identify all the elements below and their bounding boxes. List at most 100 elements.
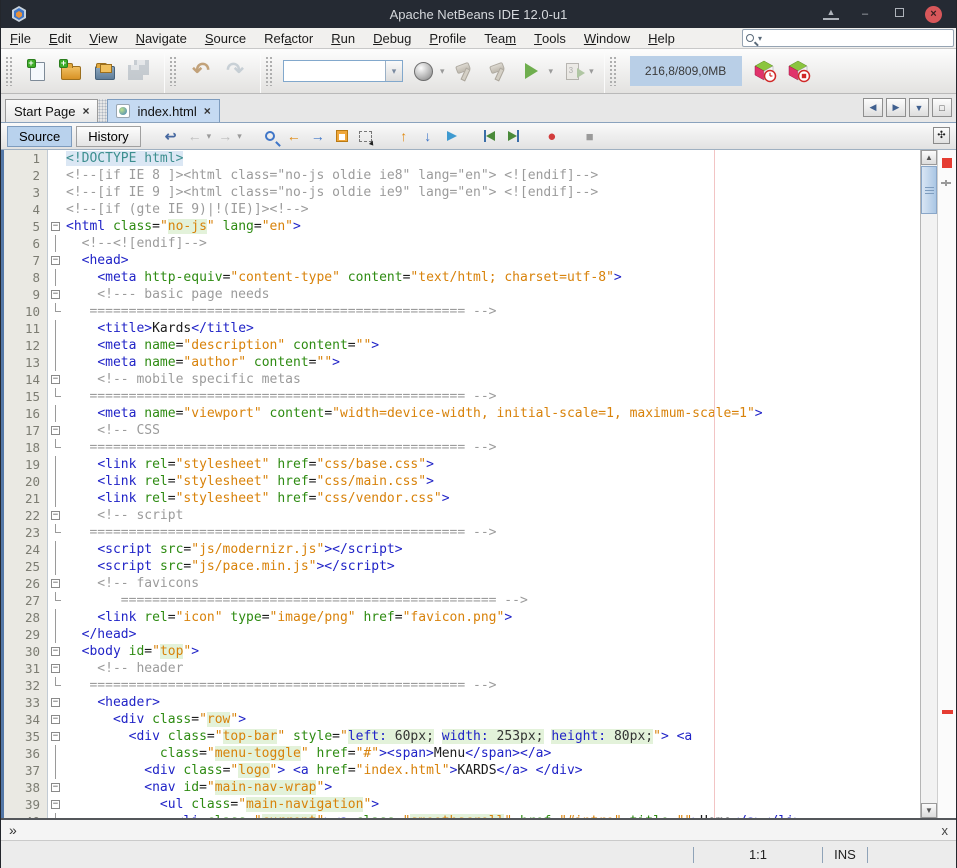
menu-item-tools[interactable]: Tools [525,28,575,48]
fold-gutter-cell[interactable] [48,524,64,541]
line-number[interactable]: 18 [4,439,48,456]
fold-gutter-cell[interactable]: − [48,252,64,269]
code-line[interactable]: 28 <link rel="icon" type="image/png" hre… [4,609,920,626]
line-number[interactable]: 27 [4,592,48,609]
code-line[interactable]: 19 <link rel="stylesheet" href="css/base… [4,456,920,473]
menu-item-view[interactable]: View [80,28,126,48]
error-stripe[interactable] [937,150,956,818]
fold-collapse-icon[interactable]: − [51,800,60,809]
back-icon[interactable]: ← [183,126,207,147]
code-line[interactable]: 16 <meta name="viewport" content="width=… [4,405,920,422]
fold-gutter-cell[interactable]: − [48,507,64,524]
scroll-tabs-right-button[interactable]: ▶ [886,98,906,117]
combo-caret-icon[interactable]: ▾ [385,61,402,81]
line-number[interactable]: 3 [4,184,48,201]
fold-collapse-icon[interactable]: − [51,647,60,656]
code-line[interactable]: 6 <!--<![endif]--> [4,235,920,252]
code-line[interactable]: 34− <div class="row"> [4,711,920,728]
code-line[interactable]: 21 <link rel="stylesheet" href="css/vend… [4,490,920,507]
line-number[interactable]: 31 [4,660,48,677]
code-line[interactable]: 39− <ul class="main-navigation"> [4,796,920,813]
fold-gutter-cell[interactable] [48,439,64,456]
line-number[interactable]: 7 [4,252,48,269]
code-line[interactable]: 32 =====================================… [4,677,920,694]
line-number[interactable]: 9 [4,286,48,303]
maximize-window-button[interactable]: □ [932,98,952,117]
editor-area[interactable]: 1<!DOCTYPE html>2<!--[if IE 8 ]><html cl… [1,150,956,818]
menu-item-profile[interactable]: Profile [420,28,475,48]
close-button[interactable]: × [925,6,942,23]
line-number[interactable]: 21 [4,490,48,507]
code-line[interactable]: 23 =====================================… [4,524,920,541]
code-line[interactable]: 3<!--[if IE 9 ]><html class="no-js oldie… [4,184,920,201]
code-line[interactable]: 22− <!-- script [4,507,920,524]
save-all-button[interactable] [124,56,154,86]
code-line[interactable]: 14− <!-- mobile specific metas [4,371,920,388]
fold-collapse-icon[interactable]: − [51,783,60,792]
code-line[interactable]: 37 <div class="logo"> <a href="index.htm… [4,762,920,779]
scroll-tabs-left-button[interactable]: ◀ [863,98,883,117]
line-number[interactable]: 28 [4,609,48,626]
split-editor-icon[interactable]: ✣ [933,127,950,144]
memory-meter[interactable]: 216,8/809,0MB [630,56,742,86]
panel-close-icon[interactable]: x [942,823,949,838]
debug-project-button[interactable] [557,56,587,86]
line-number[interactable]: 10 [4,303,48,320]
fold-gutter-cell[interactable] [48,558,64,575]
code-line[interactable]: 13 <meta name="author" content=""> [4,354,920,371]
line-number[interactable]: 22 [4,507,48,524]
line-number[interactable]: 19 [4,456,48,473]
code-line[interactable]: 8 <meta http-equiv="content-type" conten… [4,269,920,286]
minimize-button[interactable]: – [857,8,873,20]
fold-gutter-cell[interactable] [48,320,64,337]
scroll-down-button[interactable]: ▼ [921,803,937,818]
start-macro-recording-icon[interactable]: ● [540,126,564,147]
fold-gutter-cell[interactable] [48,813,64,818]
fold-gutter-cell[interactable] [48,541,64,558]
code-viewport[interactable]: 1<!DOCTYPE html>2<!--[if IE 8 ]><html cl… [4,150,920,818]
new-project-button[interactable]: + [56,56,86,86]
line-number[interactable]: 40 [4,813,48,818]
code-line[interactable]: 36 class="menu-toggle" href="#"><span>Me… [4,745,920,762]
fold-collapse-icon[interactable]: − [51,698,60,707]
code-line[interactable]: 24 <script src="js/modernizr.js"></scrip… [4,541,920,558]
line-number[interactable]: 20 [4,473,48,490]
fold-gutter-cell[interactable] [48,184,64,201]
code-line[interactable]: 4<!--[if (gte IE 9)|!(IE)]><!--> [4,201,920,218]
fold-gutter-cell[interactable] [48,405,64,422]
shift-right-icon[interactable] [502,126,526,147]
run-in-browser-button[interactable] [408,56,438,86]
menu-item-debug[interactable]: Debug [364,28,420,48]
debug-caret-icon[interactable]: ▾ [589,66,594,77]
code-line[interactable]: 27 =====================================… [4,592,920,609]
fold-collapse-icon[interactable]: − [51,375,60,384]
toolbar-drag-handle[interactable] [169,56,176,86]
line-number[interactable]: 26 [4,575,48,592]
run-caret-icon[interactable]: ▾ [549,66,554,77]
build-project-button[interactable] [449,56,479,86]
fold-collapse-icon[interactable]: − [51,222,60,231]
code-line[interactable]: 38− <nav id="main-nav-wrap"> [4,779,920,796]
menu-item-navigate[interactable]: Navigate [127,28,196,48]
menu-item-source[interactable]: Source [196,28,255,48]
stop-macro-recording-icon[interactable]: ■ [578,126,602,147]
code-line[interactable]: 15 =====================================… [4,388,920,405]
tab-list-button[interactable]: ▼ [909,98,929,117]
history-view-button[interactable]: History [76,126,140,147]
fold-gutter-cell[interactable]: − [48,371,64,388]
fold-gutter-cell[interactable]: − [48,660,64,677]
fold-gutter-cell[interactable]: − [48,711,64,728]
rectangular-selection-icon[interactable] [354,126,378,147]
fold-gutter-cell[interactable] [48,167,64,184]
menu-item-run[interactable]: Run [322,28,364,48]
line-number[interactable]: 35 [4,728,48,745]
toolbar-drag-handle[interactable] [5,56,12,86]
previous-occurrence-icon[interactable]: ← [282,126,306,147]
fold-collapse-icon[interactable]: − [51,290,60,299]
code-line[interactable]: 18 =====================================… [4,439,920,456]
expand-chevron-icon[interactable]: » [9,822,17,838]
line-number[interactable]: 1 [4,150,48,167]
scrollbar-thumb[interactable] [921,166,937,214]
code-line[interactable]: 31− <!-- header [4,660,920,677]
redo-button[interactable]: ↷ [220,56,250,86]
